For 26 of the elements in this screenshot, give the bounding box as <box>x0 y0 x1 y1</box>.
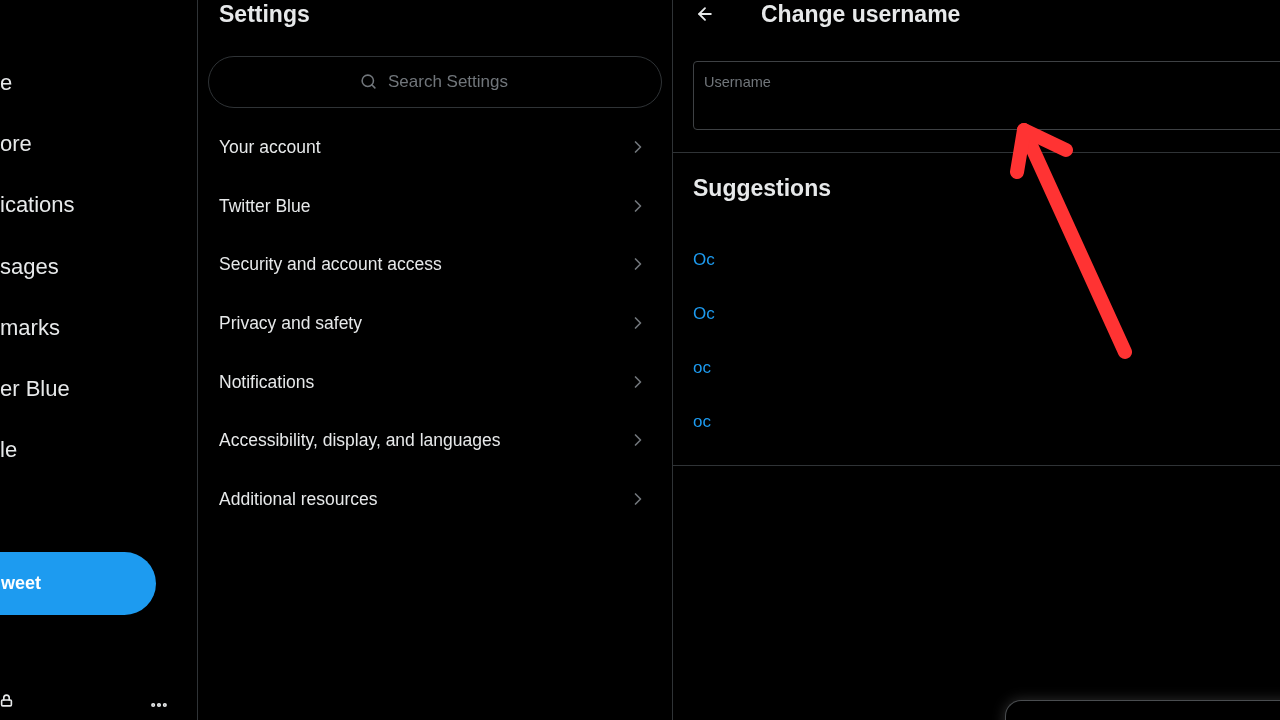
nav-item[interactable]: ore <box>0 130 32 157</box>
settings-menu-item[interactable]: Privacy and safety <box>198 293 672 353</box>
nav-item[interactable]: marks <box>0 314 60 341</box>
page-title: Change username <box>761 0 961 28</box>
suggestion-link[interactable]: Oc <box>693 303 715 325</box>
nav-item[interactable]: e <box>0 69 13 96</box>
suggestion-link[interactable]: oc <box>693 411 711 433</box>
nav-item[interactable]: er Blue <box>0 376 70 403</box>
nav-item[interactable]: sages <box>0 253 59 280</box>
search-icon <box>360 73 377 90</box>
nav-item[interactable]: le <box>0 437 18 464</box>
settings-menu-item[interactable]: Notifications <box>198 352 672 411</box>
search-field[interactable]: Search Settings <box>208 56 662 108</box>
suggestions-title: Suggestions <box>693 174 831 202</box>
settings-menu-item[interactable]: Twitter Blue <box>198 176 672 236</box>
suggestion-link[interactable]: oc <box>693 357 711 379</box>
settings-menu-item[interactable]: Security and account access <box>198 235 672 294</box>
lock-icon <box>0 693 13 708</box>
username-field[interactable]: Username <box>693 61 1280 130</box>
arrow-left-icon[interactable] <box>695 4 715 24</box>
settings-title: Settings <box>219 0 310 28</box>
suggestion-link[interactable]: Oc <box>693 249 715 271</box>
settings-menu-item[interactable]: Additional resources <box>198 469 672 529</box>
settings-menu-item[interactable]: Accessibility, display, and languages <box>198 410 672 470</box>
settings-menu-item[interactable]: Your account <box>198 118 672 177</box>
nav-item[interactable]: ications <box>0 192 75 219</box>
